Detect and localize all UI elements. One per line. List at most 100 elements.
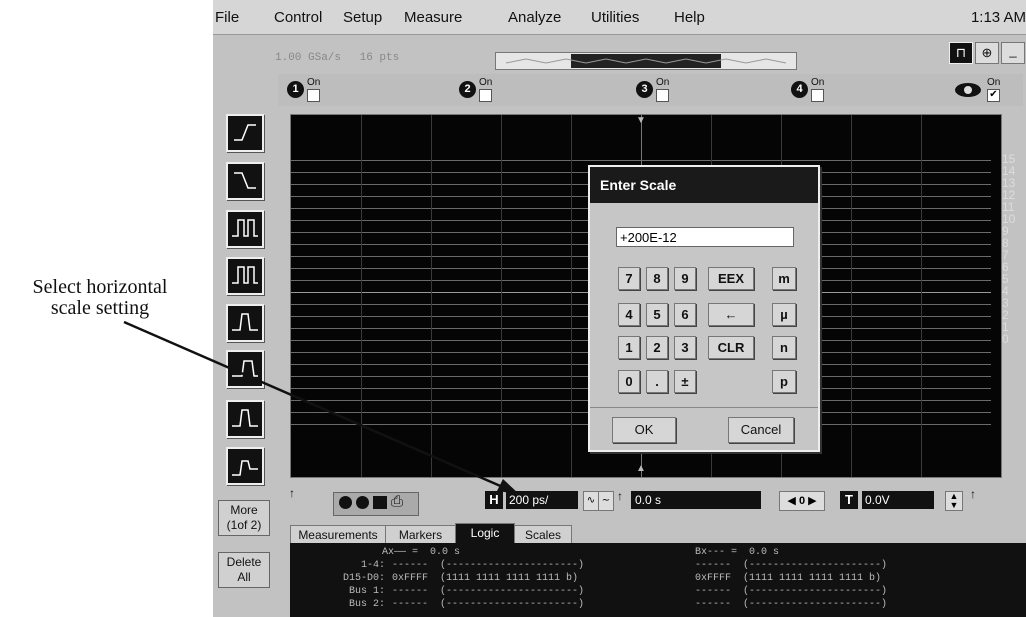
grid-line (921, 115, 922, 477)
trigger-marker-icon[interactable]: ↑ (970, 487, 976, 501)
key-milli[interactable]: m (772, 267, 796, 290)
mouse-icon[interactable]: ⊕ (975, 42, 999, 64)
grid-line (361, 115, 362, 477)
readout-label: Bus 2: (348, 599, 385, 610)
delay-control[interactable]: ◀ 0 ▶ (779, 491, 825, 511)
trigger-level-stepper-icon[interactable]: ▲ ▼ (945, 491, 963, 511)
rise-time-icon[interactable] (226, 304, 264, 342)
vmax-icon[interactable] (226, 350, 264, 388)
key-3[interactable]: 3 (674, 336, 696, 359)
menu-measure[interactable]: Measure (404, 9, 462, 26)
channel-3-icon: 3 (636, 81, 653, 98)
rising-edge-icon[interactable] (226, 114, 264, 152)
key-8[interactable]: 8 (646, 267, 668, 290)
delay-left-icon[interactable]: ◀ (787, 495, 795, 507)
stop-icon[interactable] (356, 496, 369, 509)
channel-3-checkbox[interactable] (656, 89, 669, 102)
readout-value-a: ------ (----------------------) (392, 599, 585, 610)
scale-up-icon[interactable]: ∼ (598, 491, 614, 511)
eye-pupil-icon (964, 86, 972, 94)
key-micro[interactable]: µ (772, 303, 796, 326)
waveform-overview[interactable] (495, 52, 797, 70)
trigger-icon: T (840, 491, 858, 509)
horizontal-scale-field[interactable]: 200 ps/ (506, 491, 578, 509)
delete-all-button[interactable]: Delete All (218, 552, 270, 588)
run-stop-icon[interactable]: ⊓ (949, 42, 973, 64)
key-pico[interactable]: p (772, 370, 796, 393)
waveform-overview-trace (505, 54, 787, 68)
annotation-label: Select horizontal scale setting (0, 277, 200, 319)
logic-channel[interactable]: On ✔ (955, 77, 1023, 103)
menu-file[interactable]: File (215, 9, 239, 26)
menu-help[interactable]: Help (674, 9, 705, 26)
frequency-icon[interactable] (226, 257, 264, 295)
delay-right-icon[interactable]: ▶ (808, 495, 816, 507)
key-0[interactable]: 0 (618, 370, 640, 393)
position-marker-icon[interactable]: ↑ (617, 489, 623, 503)
channel-2-checkbox[interactable] (479, 89, 492, 102)
grid-line (501, 115, 502, 477)
channel-1-icon: 1 (287, 81, 304, 98)
menu-utilities[interactable]: Utilities (591, 9, 639, 26)
clock: 1:13 AM (970, 9, 1026, 26)
marker-a-readout: Ax—— = 0.0 s (382, 547, 461, 558)
readout-value-a: 0xFFFF (1111 1111 1111 1111 b) (392, 573, 579, 584)
marker-b-readout: Bx--- = 0.0 s (695, 547, 780, 558)
readout-label: 1-4: (360, 560, 385, 571)
ok-button[interactable]: OK (612, 417, 676, 443)
readout-label: Bus 1: (348, 586, 385, 597)
logic-channel-checkbox[interactable]: ✔ (987, 89, 1000, 102)
key-2[interactable]: 2 (646, 336, 668, 359)
trigger-marker-top-icon: ▼ (636, 115, 646, 126)
grid-line (851, 115, 852, 477)
dialog-title: Enter Scale (590, 167, 818, 203)
key-9[interactable]: 9 (674, 267, 696, 290)
key-clr[interactable]: CLR (708, 336, 754, 359)
logic-readout-panel: Ax—— = 0.0 s Bx--- = 0.0 s 1-4: ------ (… (290, 543, 1026, 617)
readout-value-b: ------ (----------------------) (695, 560, 888, 571)
minimize-icon[interactable]: _ (1001, 42, 1025, 64)
more-button[interactable]: More (1of 2) (218, 500, 270, 536)
key-6[interactable]: 6 (674, 303, 696, 326)
grid-line (571, 115, 572, 477)
channel-1-checkbox[interactable] (307, 89, 320, 102)
readout-value-b: 0xFFFF (1111 1111 1111 1111 b) (695, 573, 882, 584)
menu-setup[interactable]: Setup (343, 9, 382, 26)
key-nano[interactable]: n (772, 336, 796, 359)
points-count: 16 pts (359, 52, 400, 64)
trigger-level-field[interactable]: 0.0V (862, 491, 934, 509)
vmin-icon[interactable] (226, 447, 264, 485)
scroll-up-icon[interactable]: ↑ (289, 486, 295, 500)
y-label: 0 (1002, 332, 1009, 346)
save-icon[interactable] (373, 496, 387, 509)
menu-control[interactable]: Control (274, 9, 322, 26)
all-label: All (237, 570, 251, 584)
channel-4-on-label: On (811, 77, 825, 88)
key-decimal[interactable]: . (646, 370, 668, 393)
backspace-key[interactable]: ← (708, 303, 754, 326)
annotation-line-1: Select horizontal (32, 276, 168, 298)
key-5[interactable]: 5 (646, 303, 668, 326)
pulse-width-icon[interactable] (226, 210, 264, 248)
key-eex[interactable]: EEX (708, 267, 754, 290)
key-7[interactable]: 7 (618, 267, 640, 290)
scale-value-input[interactable]: +200E-12 (616, 227, 794, 247)
falling-edge-icon[interactable] (226, 162, 264, 200)
scale-down-icon[interactable]: ∿ (583, 491, 599, 511)
help-icon[interactable]: ? (1009, 552, 1017, 567)
run-icon[interactable] (339, 496, 352, 509)
more-page-label: (1of 2) (226, 518, 262, 532)
key-plus-minus[interactable]: ± (674, 370, 696, 393)
menu-analyze[interactable]: Analyze (508, 9, 561, 26)
delay-value: 0 (798, 495, 806, 507)
print-icon[interactable]: ⎙ (391, 494, 403, 509)
key-4[interactable]: 4 (618, 303, 640, 326)
channel-4-checkbox[interactable] (811, 89, 824, 102)
cancel-button[interactable]: Cancel (728, 417, 794, 443)
horizontal-icon: H (485, 491, 503, 509)
key-1[interactable]: 1 (618, 336, 640, 359)
scope-application: File Control Setup Measure Analyze Utili… (213, 0, 1026, 617)
vpp-icon[interactable] (226, 400, 264, 438)
channel-3-on-label: On (656, 77, 670, 88)
horizontal-position-field[interactable]: 0.0 s (631, 491, 761, 509)
